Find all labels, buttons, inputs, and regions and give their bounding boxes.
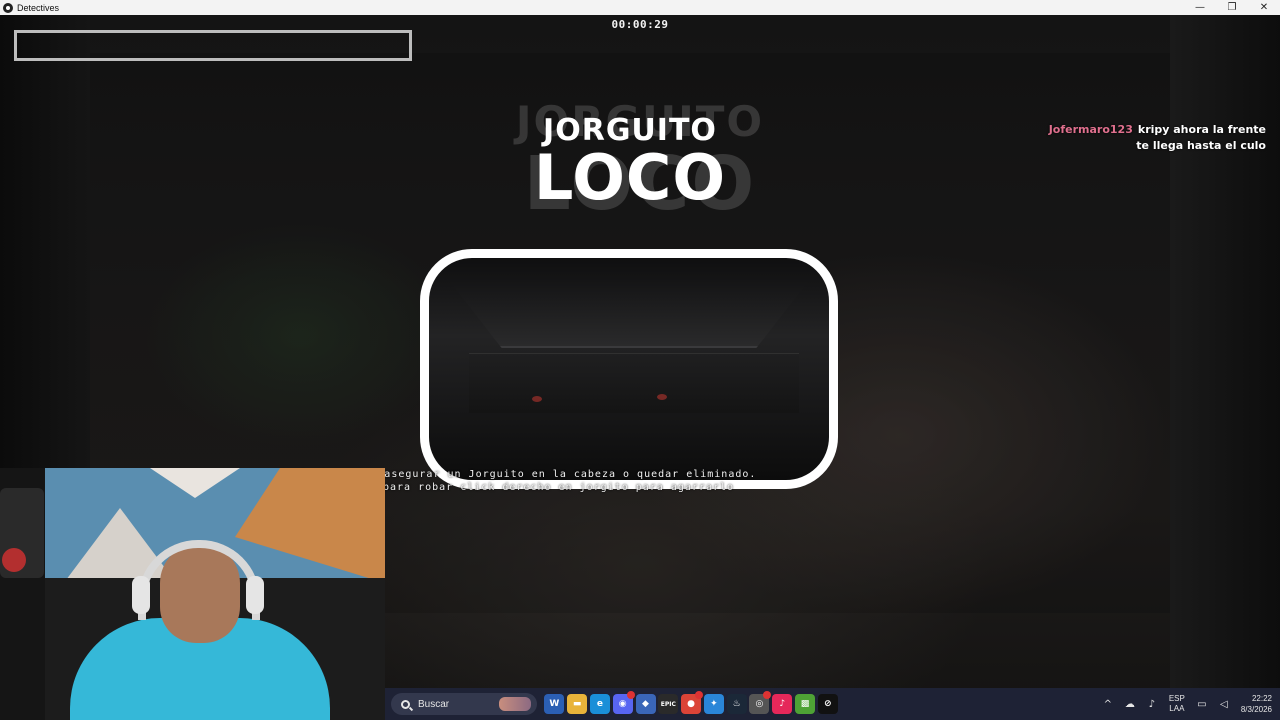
- clock[interactable]: 22:22 8/3/2026: [1241, 693, 1272, 715]
- window-title-bar: Detectives — ❐ ✕: [0, 0, 1280, 15]
- clock-date: 8/3/2026: [1240, 705, 1272, 714]
- taskbar-app-minecraft-icon[interactable]: ▩: [794, 694, 815, 714]
- logo-title-bottom: LOCO: [533, 141, 727, 214]
- bag-logo: [2, 548, 26, 572]
- scene-room: [469, 353, 799, 413]
- display-icon[interactable]: ▭: [1195, 697, 1209, 711]
- microphone-icon[interactable]: ♪: [1145, 697, 1159, 711]
- window-controls: — ❐ ✕: [1184, 0, 1280, 15]
- search-highlight-image: [499, 697, 531, 711]
- search-icon: [401, 699, 410, 709]
- hud-progress-bar: [14, 30, 412, 61]
- scene-ceiling: [447, 278, 811, 348]
- language-indicator[interactable]: ESP LAA: [1169, 694, 1185, 714]
- headphone-ear: [132, 576, 150, 614]
- taskbar-app-file-explorer-icon[interactable]: ▬: [567, 694, 588, 714]
- minimize-button[interactable]: —: [1184, 0, 1216, 15]
- webcam-wall-decor: [150, 468, 240, 498]
- chevron-up-icon[interactable]: ^: [1101, 697, 1115, 711]
- volume-icon[interactable]: ◁: [1217, 697, 1231, 711]
- taskbar-apps: W ▬ e ◉ ◆ EPIC ● ✦ ♨ ◎ ♪ ▩ ⊘: [543, 691, 839, 714]
- taskbar-app-steam-icon[interactable]: ♨: [726, 694, 747, 714]
- notification-badge: [695, 691, 704, 699]
- taskbar-app-app-diamond-icon[interactable]: ◆: [635, 694, 656, 714]
- game-timer: 00:00:29: [611, 18, 669, 31]
- cloud-icon[interactable]: ☁: [1123, 697, 1137, 711]
- taskbar-app-edge-icon[interactable]: e: [589, 694, 610, 714]
- taskbar-app-tiktok-icon[interactable]: ♪: [772, 694, 793, 714]
- scene-light: [657, 394, 667, 400]
- taskbar-search[interactable]: Buscar: [391, 693, 537, 715]
- chat-text: kripy ahora la frente te llega hasta el …: [1136, 123, 1266, 152]
- subtitle-line: para robar click derecho en jorgito para…: [383, 482, 735, 493]
- taskbar-app-app-blue-icon[interactable]: ✦: [703, 694, 724, 714]
- taskbar-app-word-icon[interactable]: W: [544, 694, 565, 714]
- camera-view-frame: [420, 249, 838, 489]
- game-logo: JORGUITO LOCO JORGUITO LOCO: [430, 97, 850, 237]
- window-title: Detectives: [17, 2, 60, 13]
- close-button[interactable]: ✕: [1248, 0, 1280, 15]
- taskbar-app-chrome-icon[interactable]: ●: [681, 691, 704, 714]
- webcam-bag: [0, 488, 44, 578]
- taskbar: Buscar W ▬ e ◉ ◆ EPIC ● ✦ ♨ ◎ ♪ ▩ ⊘ ^ ☁ ♪ ESP LAA ▭ …: [385, 688, 1280, 720]
- chat-overlay: Jofermaro123 kripy ahora la frente te lle…: [1046, 122, 1266, 154]
- taskbar-app-app-active-icon[interactable]: ⊘: [817, 694, 838, 714]
- language-code: ESP: [1168, 694, 1185, 703]
- search-placeholder: Buscar: [418, 698, 450, 710]
- notification-badge: [763, 691, 772, 699]
- headphone-ear: [246, 576, 264, 614]
- system-tray: ^ ☁ ♪ ESP LAA ▭ ◁ 22:22 8/3/2026: [1097, 688, 1280, 720]
- taskbar-app-app-circle-icon[interactable]: ◎: [749, 691, 772, 714]
- scene-wall-right: [1170, 15, 1280, 720]
- scene-light: [532, 396, 542, 402]
- clock-time: 22:22: [1251, 694, 1272, 703]
- maximize-button[interactable]: ❐: [1216, 0, 1248, 15]
- notification-badge: [626, 691, 635, 699]
- app-icon: [3, 2, 13, 13]
- taskbar-app-epic-games-icon[interactable]: EPIC: [658, 694, 679, 714]
- webcam-overlay: [0, 468, 385, 720]
- chat-message: Jofermaro123 kripy ahora la frente te lle…: [1046, 122, 1266, 154]
- taskbar-app-discord-icon[interactable]: ◉: [612, 691, 635, 714]
- chat-username: Jofermaro123: [1048, 123, 1133, 136]
- keyboard-layout: LAA: [1169, 704, 1185, 713]
